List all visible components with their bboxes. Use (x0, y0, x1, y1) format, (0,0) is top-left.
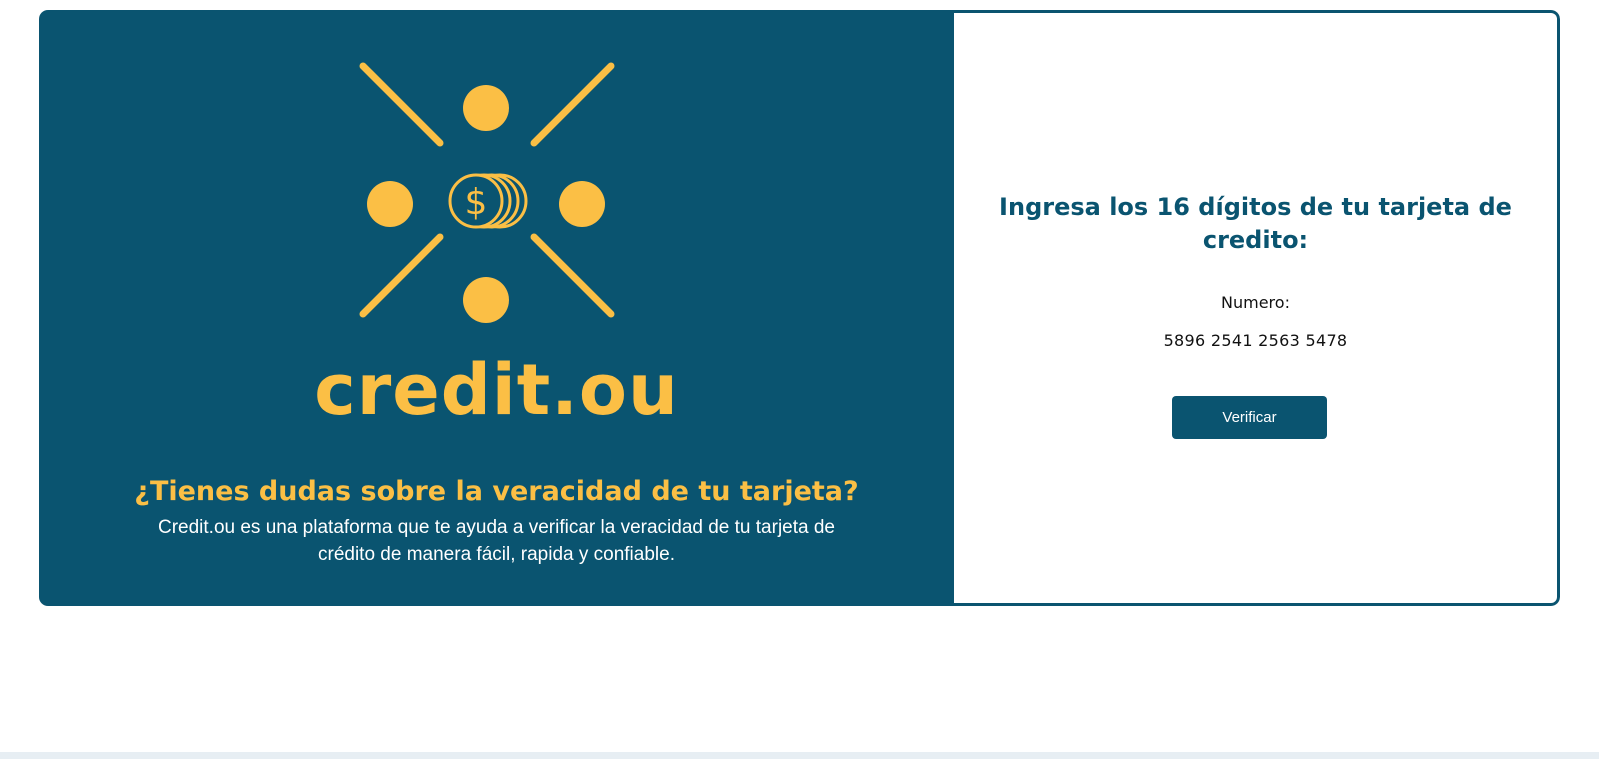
bottom-edge (0, 752, 1599, 759)
card-number-field[interactable]: 5896 2541 2563 5478 (954, 331, 1557, 350)
svg-text:$: $ (465, 182, 488, 223)
card-number-label: Numero: (1221, 293, 1290, 312)
form-title: Ingresa los 16 dígitos de tu tarjeta de … (999, 193, 1512, 254)
hero-tagline: ¿Tienes dudas sobre la veracidad de tu t… (134, 476, 859, 507)
hero-description: Credit.ou es una plataforma que te ayuda… (157, 517, 835, 565)
verification-form-panel: Ingresa los 16 dígitos de tu tarjeta de … (954, 10, 1560, 606)
brand-name: credit.ou (314, 349, 679, 431)
main-card: $ credit.ou ¿Tienes dudas sobre la verac… (39, 10, 1560, 606)
brand-panel: $ credit.ou ¿Tienes dudas sobre la verac… (39, 10, 954, 606)
page: $ credit.ou ¿Tienes dudas sobre la verac… (0, 0, 1599, 759)
coin-stack-sunburst-icon: $ (359, 62, 615, 323)
verify-button[interactable]: Verificar (1172, 396, 1327, 439)
